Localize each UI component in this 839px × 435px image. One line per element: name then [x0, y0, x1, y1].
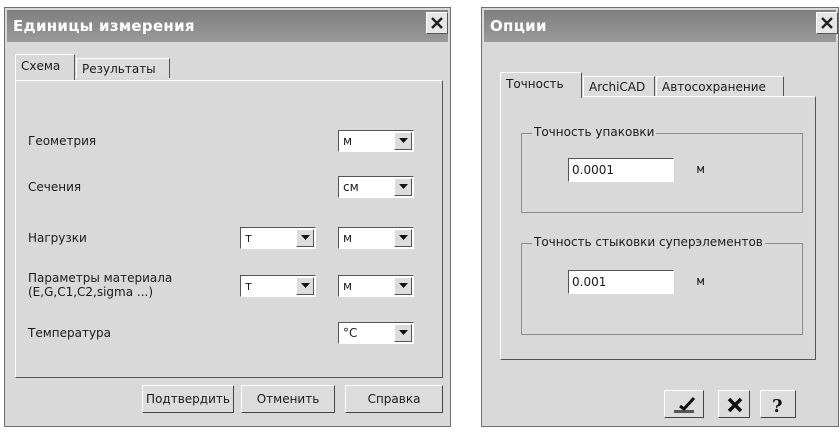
tab-autosave[interactable]: Автосохранение: [656, 76, 784, 96]
chevron-down-icon: [301, 283, 310, 288]
tab-results[interactable]: Результаты: [76, 58, 170, 78]
cancel-icon-button[interactable]: [718, 390, 750, 418]
close-icon: [431, 17, 443, 29]
units-dialog-close-button[interactable]: [426, 12, 448, 34]
dropdown-button[interactable]: [296, 229, 314, 247]
loads-length-unit-value: м: [343, 231, 353, 245]
dropdown-button[interactable]: [394, 277, 412, 295]
tab-precision[interactable]: Точность: [500, 72, 582, 98]
tab-scheme[interactable]: Схема: [15, 54, 75, 80]
question-icon: ?: [772, 396, 783, 414]
chevron-down-icon: [399, 138, 408, 143]
options-dialog-title: Опции: [484, 10, 836, 42]
material-params-label: Параметры материала (E,G,C1,C2,sigma ...…: [28, 271, 173, 299]
dropdown-button[interactable]: [394, 324, 412, 342]
superelement-precision-group: Точность стыковки суперэлементов 0.001 м: [521, 235, 803, 335]
loads-label: Нагрузки: [28, 231, 87, 245]
geometry-unit-value: м: [343, 134, 353, 148]
temperature-unit-value: °C: [343, 326, 358, 340]
chevron-down-icon: [399, 330, 408, 335]
chevron-down-icon: [399, 283, 408, 288]
sections-unit-select[interactable]: см: [338, 176, 414, 198]
packing-precision-group: Точность упаковки 0.0001 м: [521, 125, 803, 213]
superelement-precision-unit: м: [697, 274, 705, 288]
superelement-precision-value: 0.001: [572, 275, 607, 289]
loads-force-unit-select[interactable]: т: [240, 227, 316, 249]
cancel-button[interactable]: Отменить: [241, 385, 335, 413]
packing-precision-label: Точность упаковки: [532, 125, 657, 139]
geometry-unit-select[interactable]: м: [338, 130, 414, 152]
checkmark-icon: [674, 396, 696, 413]
sections-label: Сечения: [28, 180, 82, 194]
units-dialog-title: Единицы измерения: [7, 10, 448, 42]
tab-archicad[interactable]: ArchiCAD: [583, 76, 655, 96]
help-button[interactable]: Справка: [345, 385, 443, 413]
packing-precision-value: 0.0001: [572, 163, 614, 177]
superelement-precision-label: Точность стыковки суперэлементов: [532, 235, 765, 249]
dropdown-button[interactable]: [394, 178, 412, 196]
packing-precision-input[interactable]: 0.0001: [568, 158, 674, 182]
scheme-tab-panel: Геометрия м Сечения см Нагрузки т м Пара…: [15, 80, 443, 378]
precision-tab-panel: Точность упаковки 0.0001 м Точность стык…: [500, 96, 816, 360]
dropdown-button[interactable]: [296, 277, 314, 295]
sections-unit-value: см: [343, 180, 359, 194]
material-length-unit-select[interactable]: м: [338, 275, 414, 297]
help-icon-button[interactable]: ?: [760, 390, 796, 418]
units-dialog: Единицы измерения Схема Результаты Геоме…: [4, 7, 451, 427]
packing-precision-unit: м: [697, 162, 705, 176]
temperature-unit-select[interactable]: °C: [338, 322, 414, 344]
close-icon: [821, 17, 833, 29]
cross-icon: [727, 397, 743, 413]
loads-force-unit-value: т: [245, 231, 252, 245]
options-dialog-close-button[interactable]: [816, 12, 838, 34]
material-force-unit-value: т: [245, 279, 252, 293]
material-length-unit-value: м: [343, 279, 353, 293]
options-dialog: Опции Точность ArchiCAD Автосохранение Т…: [481, 7, 839, 427]
loads-length-unit-select[interactable]: м: [338, 227, 414, 249]
temperature-label: Температура: [28, 326, 112, 340]
svg-text:?: ?: [772, 396, 783, 414]
ok-button[interactable]: [664, 390, 704, 418]
chevron-down-icon: [399, 235, 408, 240]
dropdown-button[interactable]: [394, 132, 412, 150]
dropdown-button[interactable]: [394, 229, 412, 247]
geometry-label: Геометрия: [28, 134, 97, 148]
chevron-down-icon: [301, 235, 310, 240]
material-force-unit-select[interactable]: т: [240, 275, 316, 297]
confirm-button[interactable]: Подтвердить: [142, 385, 234, 413]
chevron-down-icon: [399, 184, 408, 189]
superelement-precision-input[interactable]: 0.001: [568, 270, 674, 294]
